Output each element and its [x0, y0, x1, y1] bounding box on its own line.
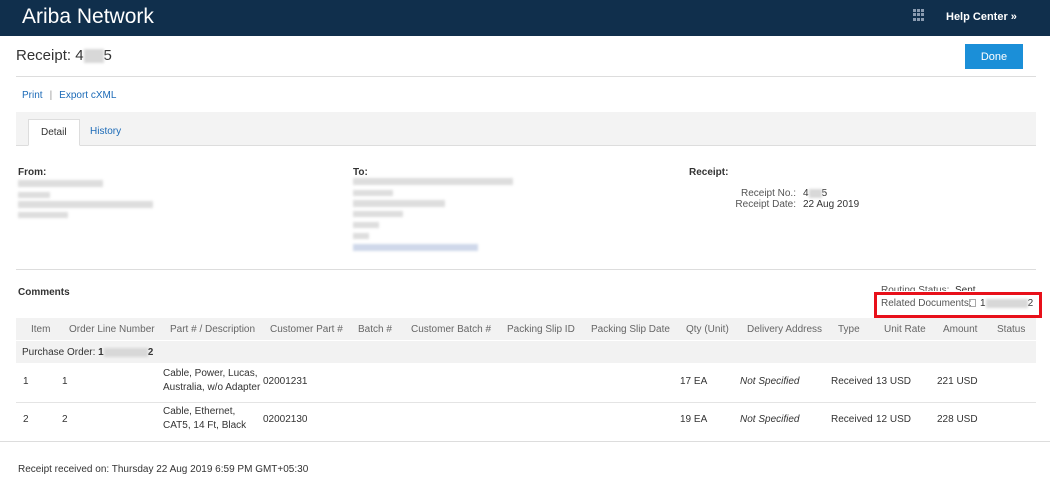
apps-grid-icon[interactable] — [913, 9, 925, 21]
redacted-block — [353, 233, 369, 239]
page-title: Receipt: 4 5 — [16, 47, 112, 64]
col-batch[interactable]: Batch # — [358, 324, 392, 335]
top-navigation-bar: Ariba Network Help Center » — [0, 0, 1050, 36]
col-amount[interactable]: Amount — [943, 324, 977, 335]
col-item[interactable]: Item — [31, 324, 50, 335]
row1-desc-line1: Cable, Power, Lucas, — [163, 368, 258, 379]
row2-item: 2 — [23, 414, 29, 425]
highlight-box — [874, 292, 1042, 318]
purchase-order-row — [16, 341, 1036, 363]
done-button[interactable]: Done — [965, 44, 1023, 69]
col-customer-batch[interactable]: Customer Batch # — [411, 324, 491, 335]
row1-line: 1 — [62, 376, 68, 387]
col-unit-rate[interactable]: Unit Rate — [884, 324, 926, 335]
row1-qty: 17 EA — [680, 376, 708, 387]
row1-desc-line2: Australia, w/o Adapter — [163, 382, 261, 393]
export-cxml-link[interactable]: Export cXML — [59, 90, 116, 101]
row1-unit-rate: 13 USD — [876, 376, 912, 387]
receipt-date-label: Receipt Date: — [735, 199, 796, 210]
receipt-no-suffix: 5 — [821, 188, 828, 199]
help-center-link[interactable]: Help Center » — [946, 11, 1017, 23]
print-link[interactable]: Print — [22, 90, 43, 101]
redacted-block — [353, 190, 393, 196]
row2-amount: 228 USD — [937, 414, 978, 425]
divider — [0, 441, 1050, 442]
redacted-block — [353, 200, 445, 207]
po-number-end: 2 — [147, 347, 154, 358]
purchase-order-label: Purchase Order: 12 — [22, 347, 153, 358]
col-delivery-address[interactable]: Delivery Address — [747, 324, 822, 335]
routing-status-label: Routing Status: — [881, 285, 950, 291]
row-divider — [16, 402, 1036, 403]
row2-unit-rate: 12 USD — [876, 414, 912, 425]
row2-customer-part: 02002130 — [263, 414, 308, 425]
row2-type: Received — [831, 414, 873, 425]
col-order-line-number[interactable]: Order Line Number — [69, 324, 155, 335]
col-status[interactable]: Status — [997, 324, 1025, 335]
comments-label: Comments — [18, 287, 70, 298]
row1-customer-part: 02001231 — [263, 376, 308, 387]
redacted-block — [103, 347, 148, 357]
redacted-block — [808, 188, 822, 198]
col-type[interactable]: Type — [838, 324, 860, 335]
redacted-block — [18, 180, 103, 187]
row2-qty: 19 EA — [680, 414, 708, 425]
redacted-block — [18, 212, 68, 218]
row2-line: 2 — [62, 414, 68, 425]
redacted-block — [18, 192, 50, 198]
row1-item: 1 — [23, 376, 29, 387]
tab-detail[interactable]: Detail — [28, 119, 80, 146]
row1-type: Received — [831, 376, 873, 387]
redacted-block — [353, 222, 379, 228]
action-links: Print | Export cXML — [22, 90, 116, 101]
col-part-description[interactable]: Part # / Description — [170, 324, 255, 335]
tab-bar: Detail History — [16, 112, 1036, 146]
redacted-block — [83, 49, 104, 64]
row2-delivery: Not Specified — [740, 414, 800, 425]
redacted-block — [353, 178, 513, 185]
row1-amount: 221 USD — [937, 376, 978, 387]
divider — [16, 76, 1036, 77]
link-separator: | — [49, 90, 53, 101]
redacted-block — [18, 201, 153, 208]
receipt-no-value: 45 — [803, 188, 827, 199]
routing-status-value: Sent — [955, 285, 976, 291]
purchase-order-prefix: Purchase Order: — [22, 347, 99, 358]
brand-logo[interactable]: Ariba Network — [22, 5, 154, 29]
divider — [16, 269, 1036, 270]
to-label: To: — [353, 167, 368, 178]
page-title-prefix: Receipt: 4 — [16, 47, 84, 64]
col-qty[interactable]: Qty (Unit) — [686, 324, 729, 335]
from-label: From: — [18, 167, 47, 178]
page-title-suffix: 5 — [103, 47, 112, 64]
row2-desc-line1: Cable, Ethernet, — [163, 406, 236, 417]
receipt-no-label: Receipt No.: — [740, 188, 796, 199]
tab-history[interactable]: History — [78, 119, 133, 146]
col-packing-slip-id[interactable]: Packing Slip ID — [507, 324, 575, 335]
col-customer-part[interactable]: Customer Part # — [270, 324, 343, 335]
receipt-label: Receipt: — [689, 167, 729, 178]
receipt-date-value: 22 Aug 2019 — [803, 199, 860, 210]
redacted-block — [353, 244, 478, 251]
row1-delivery: Not Specified — [740, 376, 800, 387]
redacted-block — [353, 211, 403, 217]
col-packing-slip-date[interactable]: Packing Slip Date — [591, 324, 670, 335]
row2-desc-line2: CAT5, 14 Ft, Black — [163, 420, 247, 431]
receipt-received-footer: Receipt received on: Thursday 22 Aug 201… — [18, 464, 309, 475]
